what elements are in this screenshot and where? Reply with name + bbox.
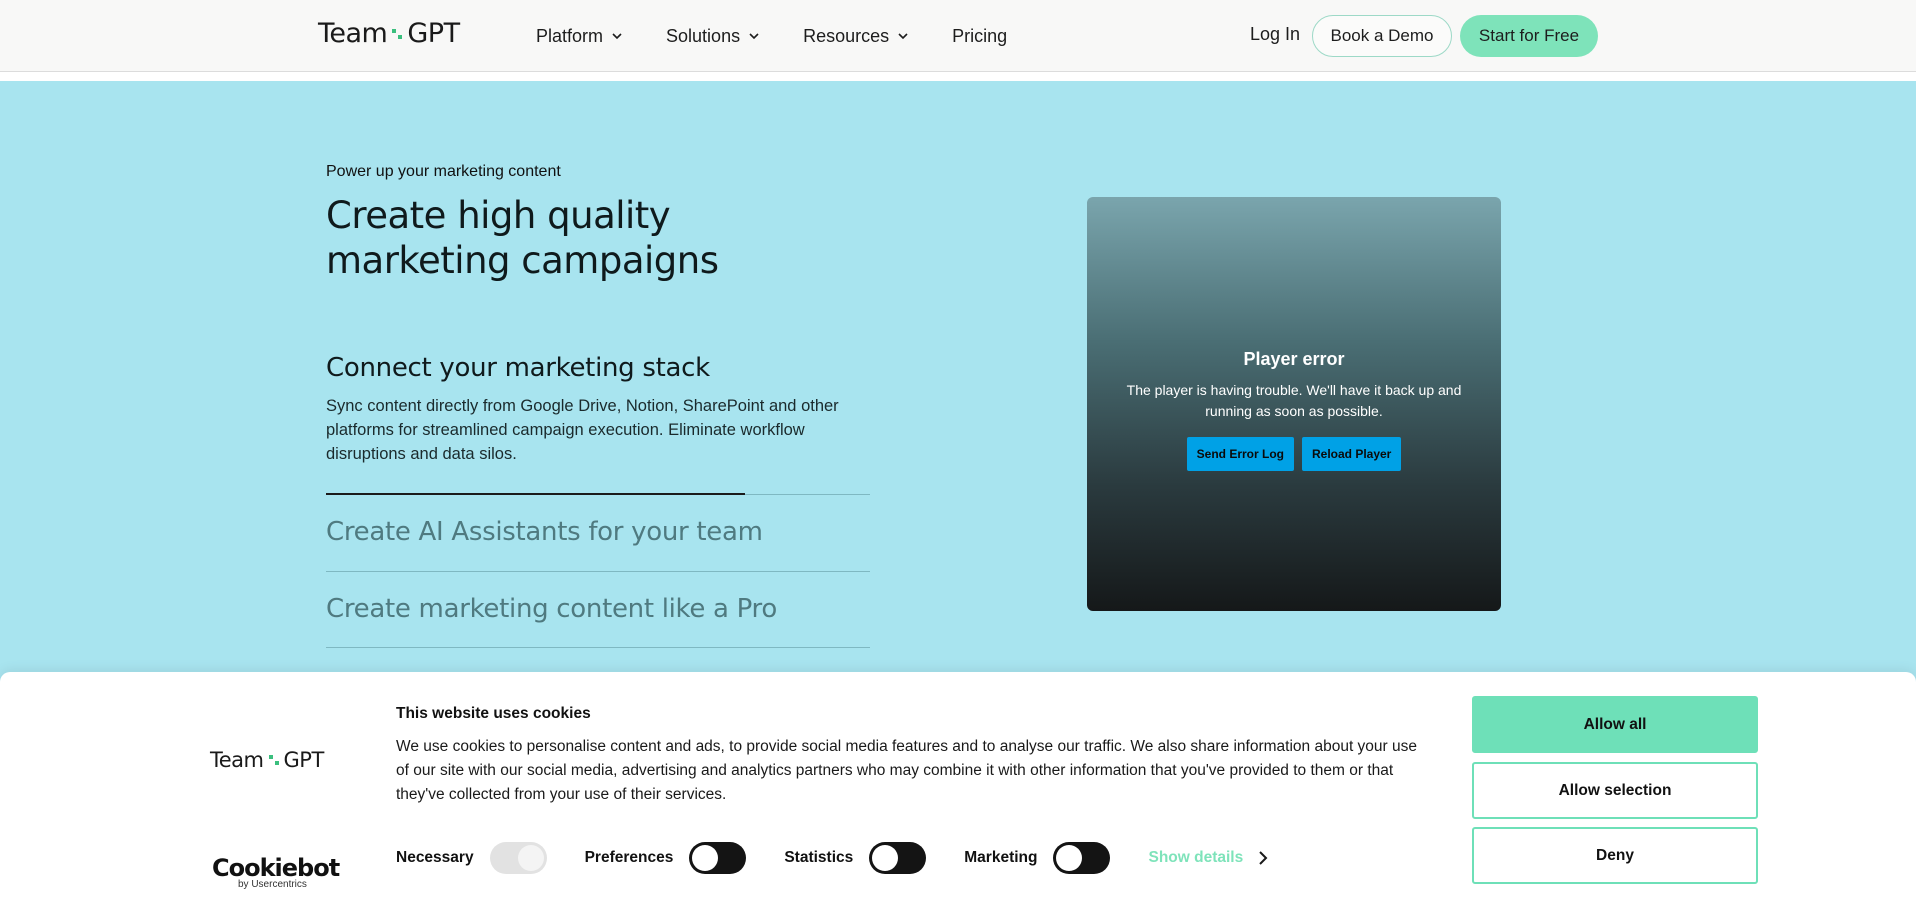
cookie-banner: Team GPT Cookiebot by Usercentrics This … [0, 672, 1916, 909]
chevron-down-icon [612, 33, 622, 40]
toggle-statistics: Statistics [784, 842, 927, 874]
top-nav: Team GPT Platform Solutions Resources Pr… [0, 0, 1916, 72]
accordion-item-marketing-content[interactable]: Create marketing content like a Pro [326, 594, 870, 624]
nav-pricing-label: Pricing [952, 25, 1008, 46]
marketing-switch[interactable] [1053, 842, 1111, 874]
show-details-link[interactable]: Show details [1148, 849, 1269, 867]
accordion-item-ai-assistants[interactable]: Create AI Assistants for your team [326, 517, 870, 547]
toggle-necessary-label: Necessary [396, 849, 474, 866]
start-free-button[interactable]: Start for Free [1460, 15, 1598, 57]
logo-dots-icon [268, 755, 279, 765]
nav-resources[interactable]: Resources [803, 26, 910, 47]
show-details-label: Show details [1148, 849, 1244, 866]
nav-solutions-label: Solutions [666, 25, 741, 46]
nav-divider [0, 72, 1916, 81]
toggle-preferences-label: Preferences [584, 849, 674, 866]
player-error-message: The player is having trouble. We'll have… [1126, 382, 1462, 419]
feature-progress-fill [326, 493, 745, 495]
hero-title: Create high quality marketing campaigns [326, 194, 719, 282]
toggle-marketing-label: Marketing [964, 849, 1038, 866]
accordion-divider [326, 647, 870, 648]
team-gpt-logo: Team GPT [210, 748, 324, 772]
nav-links: Platform Solutions Resources Pricing [536, 0, 1049, 72]
allow-selection-button[interactable]: Allow selection [1472, 762, 1758, 819]
logo-text-gpt: GPT [283, 748, 325, 772]
nav-resources-label: Resources [803, 25, 890, 46]
active-feature-description: Sync content directly from Google Drive,… [326, 397, 839, 463]
book-demo-button[interactable]: Book a Demo [1312, 15, 1452, 57]
toggle-statistics-label: Statistics [784, 849, 854, 866]
accordion-divider [326, 571, 870, 572]
player-error-title: Player error [1243, 349, 1345, 369]
toggle-preferences: Preferences [585, 842, 747, 874]
logo-text-team: Team [318, 18, 388, 49]
deny-button[interactable]: Deny [1472, 827, 1758, 884]
video-player[interactable]: Player error The player is having troubl… [1087, 197, 1501, 611]
nav-platform[interactable]: Platform [536, 26, 624, 47]
nav-solutions[interactable]: Solutions [666, 26, 761, 47]
cookiebot-logo[interactable]: Cookiebot by Usercentrics [212, 854, 340, 890]
chevron-down-icon [898, 33, 908, 40]
send-error-log-button[interactable]: Send Error Log [1186, 437, 1294, 471]
nav-pricing[interactable]: Pricing [952, 26, 1007, 47]
statistics-switch[interactable] [869, 842, 927, 874]
necessary-switch [489, 842, 547, 874]
toggle-necessary: Necessary [396, 842, 547, 874]
toggle-marketing: Marketing [964, 842, 1111, 874]
cookiebot-name: Cookiebot [212, 854, 340, 882]
active-feature-title[interactable]: Connect your marketing stack [326, 353, 710, 383]
reload-player-button[interactable]: Reload Player [1301, 437, 1402, 471]
chevron-down-icon [749, 33, 759, 40]
logo-text-gpt: GPT [407, 18, 460, 49]
logo-dots-icon [392, 28, 403, 39]
cookie-title: This website uses cookies [396, 705, 591, 722]
logo-text-team: Team [210, 748, 264, 772]
nav-platform-label: Platform [536, 25, 604, 46]
login-link[interactable]: Log In [1250, 24, 1300, 45]
player-error-actions: Send Error Log Reload Player [1087, 437, 1501, 471]
team-gpt-logo[interactable]: Team GPT [318, 18, 460, 49]
chevron-right-icon [1259, 851, 1268, 865]
cookie-toggles: Necessary Preferences Statistics Marketi… [396, 842, 1269, 874]
hero-eyebrow: Power up your marketing content [326, 163, 561, 180]
cookie-description: We use cookies to personalise content an… [396, 738, 1418, 803]
allow-all-button[interactable]: Allow all [1472, 696, 1758, 753]
preferences-switch[interactable] [689, 842, 747, 874]
